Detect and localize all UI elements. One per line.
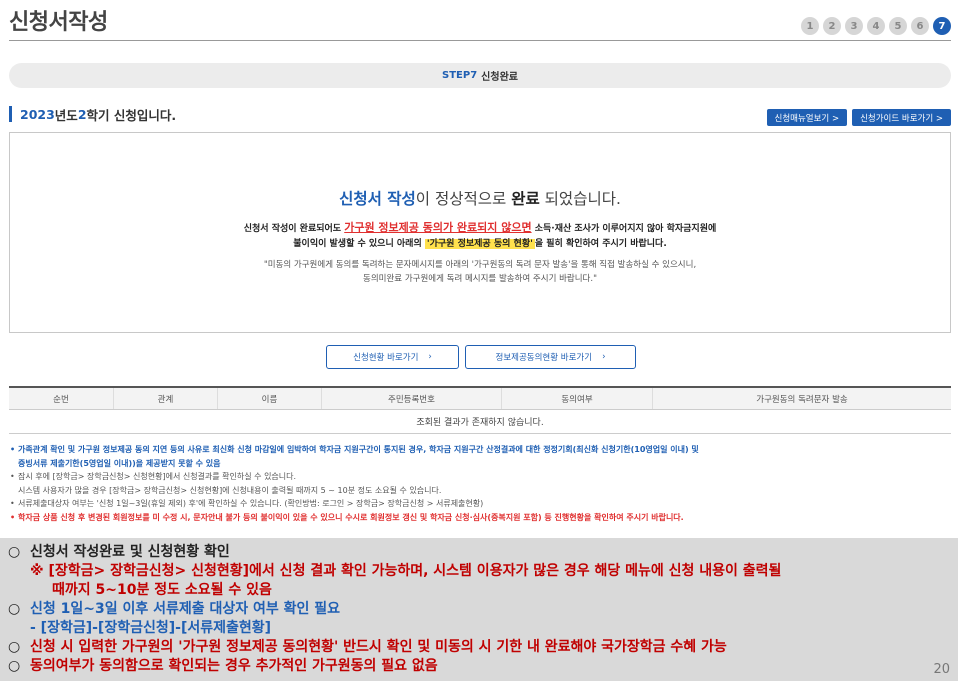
step-status-bar: STEP7 신청완료 — [9, 63, 951, 88]
step-5: 5 — [889, 17, 907, 35]
notice-item: 시스템 사용자가 많을 경우 [장학금> 장학금신청> 신청현황]에 신청내용이… — [10, 484, 952, 498]
semester-text2: 학기 신청입니다. — [86, 107, 177, 123]
consent-shortcut-label: 정보제공동의현황 바로가기 — [495, 353, 593, 363]
notice-text: 잠시 후에 [장학금> 장학금신청> 신청현황]에서 신청결과를 확인하실 수 … — [18, 472, 297, 481]
headline-blue: 신청서 작성 — [339, 190, 416, 208]
note-line-1: "미동의 가구원에게 동의를 독려하는 문자메시지를 아래의 '가구원동의 독려… — [263, 260, 697, 270]
completion-box: 신청서 작성이 정상적으로 완료 되었습니다. 신청서 작성이 완료되어도 가구… — [9, 132, 951, 333]
notice-text: 시스템 사용자가 많을 경우 [장학금> 장학금신청> 신청현황]에 신청내용이… — [18, 485, 442, 495]
summary-text: 신청서 작성완료 및 신청현황 확인 — [30, 544, 230, 560]
completion-headline: 신청서 작성이 정상적으로 완료 되었습니다. — [10, 187, 950, 209]
col-resident-number: 주민등록번호 — [322, 388, 502, 409]
step-label: 신청완료 — [481, 72, 518, 83]
circle-bullet-icon: ○ — [8, 544, 21, 560]
summary-line: ○ 신청 1일~3일 이후 서류제출 대상자 여부 확인 필요 — [8, 600, 950, 619]
semester-text1: 년도 — [54, 107, 78, 123]
notice-item: • 서류제출대상자 여부는 '신청 1일~3일(휴일 제외) 후'에 확인하실 수… — [10, 497, 952, 511]
summary-text: 신청 시 입력한 가구원의 '가구원 정보제공 동의현황' 반드시 확인 및 미… — [30, 639, 727, 655]
guide-button[interactable]: 신청가이드 바로가기 > — [852, 109, 951, 126]
circle-bullet-icon: ○ — [8, 658, 21, 674]
notice-text: 가족관계 확인 및 가구원 정보제공 동의 지연 등의 사유로 최신화 신청 마… — [18, 445, 699, 454]
col-number: 순번 — [9, 388, 114, 409]
col-relation: 관계 — [114, 388, 218, 409]
step-code: STEP7 — [442, 70, 478, 81]
summary-line: ※ [장학금> 장학금신청> 신청현황]에서 신청 결과 확인 가능하며, 시스… — [8, 562, 950, 581]
step-6: 6 — [911, 17, 929, 35]
step-1: 1 — [801, 17, 819, 35]
notice-text: 서류제출대상자 여부는 '신청 1일~3일(휴일 제외) 후'에 확인하실 수 … — [18, 499, 484, 508]
household-consent-table: 순번 관계 이름 주민등록번호 동의여부 가구원동의 독려문자 발송 조회된 결… — [9, 386, 951, 434]
summary-line: ○ 신청서 작성완료 및 신청현황 확인 — [8, 543, 950, 562]
circle-bullet-icon: ○ — [8, 639, 21, 655]
completion-note: "미동의 가구원에게 동의를 독려하는 문자메시지를 아래의 '가구원동의 독려… — [10, 258, 950, 286]
summary-text: 동의여부가 동의함으로 확인되는 경우 추가적인 가구원동의 필요 없음 — [30, 658, 438, 674]
desc1-warning: 가구원 정보제공 동의가 완료되지 않으면 — [344, 221, 532, 234]
desc2-highlight: '가구원 정보제공 동의 현황' — [424, 239, 535, 249]
completion-description: 신청서 작성이 완료되어도 가구원 정보제공 동의가 완료되지 않으면 소득·재… — [10, 220, 950, 252]
notice-item: • 학자금 상품 신청 후 변경된 회원정보를 미 수정 시, 문자안내 불가 등… — [10, 511, 952, 525]
summary-overlay: ○ 신청서 작성완료 및 신청현황 확인 ※ [장학금> 장학금신청> 신청현황]… — [0, 538, 958, 681]
col-sms: 가구원동의 독려문자 발송 — [756, 394, 848, 405]
notice-item: • 가족관계 확인 및 가구원 정보제공 동의 지연 등의 사유로 최신화 신청 … — [10, 443, 952, 457]
top-button-group: 신청매뉴얼보기 > 신청가이드 바로가기 > — [766, 109, 951, 126]
summary-text: 신청 1일~3일 이후 서류제출 대상자 여부 확인 필요 — [30, 601, 341, 617]
title-divider — [9, 40, 951, 41]
step-2: 2 — [823, 17, 841, 35]
summary-line: - [장학금]-[장학금신청]-[서류제출현황] — [8, 619, 950, 638]
headline-bold: 완료 — [511, 190, 540, 208]
desc2-post: 을 필히 확인하여 주시기 바랍니다. — [534, 239, 667, 249]
notice-text: 증빙서류 제출기한(5영업일 이내))을 제공받지 못할 수 있음 — [18, 458, 221, 468]
col-name: 이름 — [218, 388, 322, 409]
page-title: 신청서작성 — [9, 10, 108, 35]
chevron-right-icon: › — [602, 352, 606, 362]
semester-term: 2 — [77, 106, 87, 122]
status-shortcut-button[interactable]: 신청현황 바로가기 › — [326, 345, 459, 369]
semester-heading: 2023 년도 2 학기 신청입니다. — [9, 106, 177, 123]
headline-mid: 이 정상적으로 — [415, 190, 512, 208]
summary-line: 때까지 5~10분 정도 소요될 수 있음 — [8, 581, 950, 600]
desc1-pre: 신청서 작성이 완료되어도 — [243, 224, 345, 234]
step-indicator: 1 2 3 4 5 6 7 — [801, 17, 951, 35]
table-header-row: 순번 관계 이름 주민등록번호 동의여부 가구원동의 독려문자 발송 — [9, 388, 951, 410]
manual-button[interactable]: 신청매뉴얼보기 > — [766, 109, 848, 126]
step-4: 4 — [867, 17, 885, 35]
table-empty-row: 조회된 결과가 존재하지 않습니다. — [9, 410, 951, 434]
consent-status-shortcut-button[interactable]: 정보제공동의현황 바로가기 › — [465, 345, 636, 369]
step-3: 3 — [845, 17, 863, 35]
summary-line: ○ 신청 시 입력한 가구원의 '가구원 정보제공 동의현황' 반드시 확인 및 … — [8, 638, 950, 657]
note-line-2: 동의미완료 가구원에게 독려 메시지를 발송하여 주시기 바랍니다." — [363, 274, 597, 284]
notice-list: • 가족관계 확인 및 가구원 정보제공 동의 지연 등의 사유로 최신화 신청 … — [10, 443, 952, 524]
desc1-post: 소득·재산 조사가 이루어지지 않아 학자금지원에 — [531, 224, 717, 234]
notice-text: 학자금 상품 신청 후 변경된 회원정보를 미 수정 시, 문자안내 불가 등의… — [18, 512, 684, 522]
desc2-pre: 불이익이 발생할 수 있으니 아래의 — [293, 239, 425, 249]
notice-item: 증빙서류 제출기한(5영업일 이내))을 제공받지 못할 수 있음 — [10, 457, 952, 471]
step-7-active: 7 — [933, 17, 951, 35]
circle-bullet-icon: ○ — [8, 601, 21, 617]
page-number: 20 — [933, 662, 950, 677]
col-consent: 동의여부 — [502, 388, 653, 409]
summary-text: - [장학금]-[장학금신청]-[서류제출현황] — [30, 620, 272, 636]
summary-text: ※ [장학금> 장학금신청> 신청현황]에서 신청 결과 확인 가능하며, 시스… — [30, 563, 782, 579]
semester-year: 2023 — [20, 106, 55, 122]
notice-item: • 잠시 후에 [장학금> 장학금신청> 신청현황]에서 신청결과를 확인하실 수… — [10, 470, 952, 484]
headline-end: 되었습니다. — [539, 190, 621, 208]
chevron-right-icon: › — [428, 352, 432, 362]
mid-button-group: 신청현황 바로가기 › 정보제공동의현황 바로가기 › — [326, 345, 636, 369]
summary-line: ○ 동의여부가 동의함으로 확인되는 경우 추가적인 가구원동의 필요 없음 — [8, 657, 950, 676]
summary-text: 때까지 5~10분 정도 소요될 수 있음 — [52, 582, 272, 598]
status-shortcut-label: 신청현황 바로가기 — [353, 353, 419, 363]
